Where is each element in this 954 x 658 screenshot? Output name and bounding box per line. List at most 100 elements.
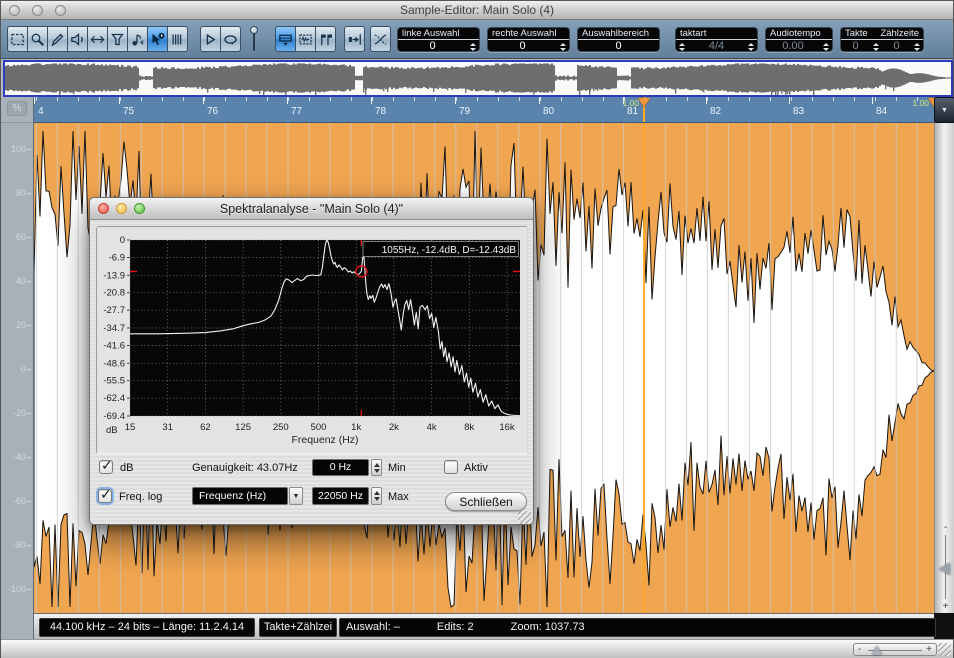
toolbar-group-view	[275, 26, 336, 52]
dialog-minimize-button[interactable]	[116, 203, 127, 214]
speaker-button[interactable]	[67, 26, 88, 52]
hzoom-thumb[interactable]	[872, 646, 882, 655]
svg-text:62: 62	[200, 422, 211, 433]
field-rechte-auswahl[interactable]: rechte Auswahl0	[487, 27, 570, 52]
dialog-zoom-button[interactable]	[134, 203, 145, 214]
play-button[interactable]	[200, 26, 221, 52]
overview-wave-svg	[5, 62, 951, 95]
stepper-down-icon	[560, 48, 566, 51]
svg-text:31: 31	[162, 422, 173, 433]
volume-slider[interactable]	[249, 26, 259, 53]
field-taktart[interactable]: taktart4/4	[675, 27, 758, 52]
dialog-resize-grip[interactable]	[518, 511, 531, 524]
ruler-bar-number: 80	[543, 106, 554, 117]
scale-tick: 100	[4, 144, 31, 154]
draw-button[interactable]	[47, 26, 68, 52]
min-frequency-stepper[interactable]	[371, 459, 382, 476]
freq-log-checkbox[interactable]: ✓	[98, 489, 112, 503]
selection-button[interactable]	[7, 26, 28, 52]
lanes-button[interactable]	[167, 26, 188, 52]
vertical-scrollbar[interactable]	[934, 123, 954, 521]
zoom-button[interactable]	[27, 26, 48, 52]
minimize-button[interactable]	[32, 5, 43, 16]
svg-text:15: 15	[125, 422, 136, 433]
ruler-bar-number: 84	[876, 106, 887, 117]
toolbar-group-transport	[200, 26, 241, 52]
close-button[interactable]	[9, 5, 20, 16]
ruler-bar-number: 83	[793, 106, 804, 117]
vertical-zoom-slider[interactable]: - +	[934, 521, 954, 613]
value-stepper[interactable]	[870, 43, 882, 51]
markers-button[interactable]	[315, 26, 336, 52]
vertical-zoom-thumb[interactable]	[939, 563, 950, 575]
chevron-down-icon: ▼	[941, 107, 948, 114]
bottom-strip: - +	[1, 639, 953, 658]
value-stepper[interactable]	[911, 43, 923, 51]
value-stepper[interactable]	[467, 43, 479, 51]
svg-text:250: 250	[273, 422, 289, 433]
loop-button[interactable]	[220, 26, 241, 52]
snap-button[interactable]	[344, 26, 365, 52]
window-resize-grip[interactable]	[938, 643, 951, 656]
stepper-up-icon	[748, 43, 754, 46]
status-zoom: Zoom: 1037.73	[511, 621, 585, 633]
field-takte-zaehlzeiten[interactable]: TakteZählzeite00	[840, 27, 924, 52]
maximize-button[interactable]	[55, 5, 66, 16]
aktiv-checkbox[interactable]	[444, 460, 458, 474]
ruler-menu-button[interactable]: ▼	[934, 97, 954, 123]
frequency-unit-dropdown-button[interactable]: ▼	[289, 487, 303, 505]
spectrum-plot-panel[interactable]: 0-6.9-13.9-20.8-27.7-34.7-41.6-48.6-55.5…	[96, 226, 528, 454]
svg-text:-55.5: -55.5	[103, 376, 125, 387]
frequency-unit-select[interactable]: Frequenz (Hz)	[192, 487, 288, 505]
svg-text:Frequenz (Hz): Frequenz (Hz)	[291, 434, 358, 446]
hzoom-in-label[interactable]: +	[926, 644, 932, 655]
dialog-body: 0-6.9-13.9-20.8-27.7-34.7-41.6-48.6-55.5…	[90, 220, 533, 526]
value-stepper[interactable]	[676, 43, 688, 51]
timeline-ruler[interactable]: 4757677787980818283841.001.00	[34, 97, 934, 123]
min-frequency-field[interactable]: 0 Hz	[312, 459, 369, 476]
field-audiotempo[interactable]: Audiotempo0.00	[765, 27, 833, 52]
dialog-title: Spektralanalyse - "Main Solo (4)"	[90, 198, 533, 220]
note-button[interactable]	[127, 26, 148, 52]
svg-text:2k: 2k	[389, 422, 399, 433]
crossfade-button[interactable]	[370, 26, 391, 52]
scale-tick: -100	[4, 584, 31, 594]
trim-button[interactable]	[107, 26, 128, 52]
scrub-button[interactable]	[87, 26, 108, 52]
snap-marker-flag[interactable]	[638, 98, 650, 107]
stepper-down-icon	[914, 48, 920, 51]
scale-tick: -80	[4, 540, 31, 550]
play-icon	[203, 32, 218, 47]
zoom-out-label[interactable]: -	[935, 522, 954, 533]
titlebar: Sample-Editor: Main Solo (4)	[1, 1, 953, 20]
overview-waveform[interactable]	[3, 60, 953, 97]
field-linke-auswahl[interactable]: linke Auswahl0	[397, 27, 480, 52]
close-dialog-button[interactable]: Schließen	[445, 492, 527, 511]
stepper-up-icon	[679, 43, 685, 46]
scale-unit-label: %	[7, 101, 27, 116]
timewarp-button[interactable]	[147, 26, 168, 52]
stepper-up-icon	[374, 463, 380, 467]
value-stepper[interactable]	[557, 43, 569, 51]
db-checkbox[interactable]: ✓	[99, 460, 113, 474]
svg-text:0: 0	[120, 235, 125, 246]
horizontal-zoom-slider[interactable]: - +	[853, 643, 937, 656]
stepper-up-icon	[470, 43, 476, 46]
value-stepper[interactable]	[745, 43, 757, 51]
dialog-close-button[interactable]	[98, 203, 109, 214]
stepper-down-icon	[374, 469, 380, 473]
scale-tick: 80	[4, 188, 31, 198]
field-auswahlbereich[interactable]: Auswahlbereich0	[577, 27, 660, 52]
show-event-button[interactable]	[275, 26, 296, 52]
zoom-in-label[interactable]: +	[935, 601, 954, 612]
status-time-format-field[interactable]: Takte+Zählzei	[259, 618, 337, 637]
hzoom-out-label[interactable]: -	[858, 644, 861, 655]
show-regions-icon	[298, 32, 313, 47]
max-frequency-stepper[interactable]	[371, 487, 382, 505]
max-frequency-field[interactable]: 22050 Hz	[312, 487, 369, 505]
value-stepper[interactable]	[820, 43, 832, 51]
volume-slider-knob[interactable]	[250, 26, 258, 34]
show-regions-button[interactable]	[295, 26, 316, 52]
scale-tick: 60	[4, 232, 31, 242]
scale-tick: 0	[4, 364, 31, 374]
